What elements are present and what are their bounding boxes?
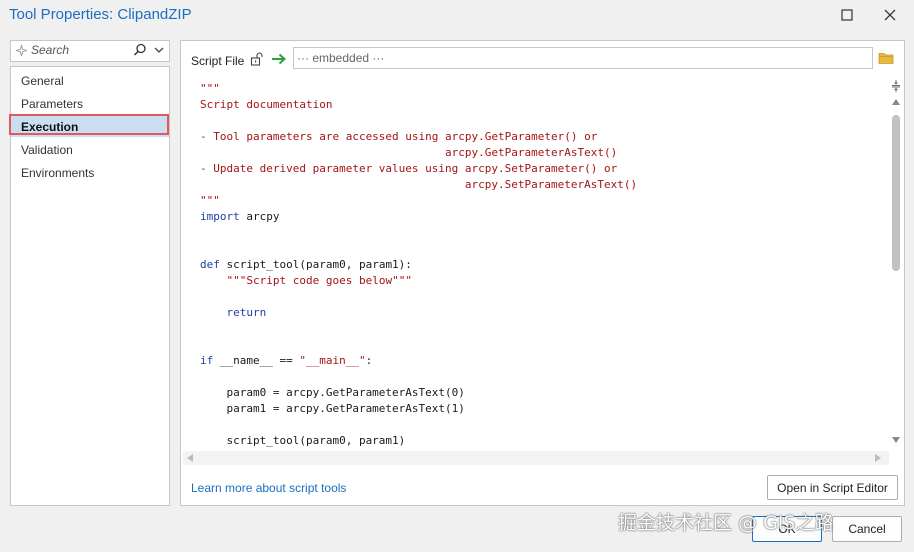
vertical-scrollbar[interactable] xyxy=(889,77,903,449)
code-line[interactable]: - Tool parameters are accessed using arc… xyxy=(200,129,637,145)
script-path-field[interactable] xyxy=(293,47,873,69)
maximize-button[interactable] xyxy=(834,4,860,26)
code-line[interactable] xyxy=(200,241,637,257)
code-line[interactable] xyxy=(200,337,637,353)
search-icon[interactable] xyxy=(133,43,147,57)
code-line[interactable]: arcpy.SetParameterAsText() xyxy=(200,177,637,193)
code-line[interactable] xyxy=(200,321,637,337)
nav-item-label: General xyxy=(21,74,64,88)
nav-item-environments[interactable]: Environments xyxy=(11,161,169,183)
code-line[interactable]: param1 = arcpy.GetParameterAsText(1) xyxy=(200,401,637,417)
code-line[interactable]: """ xyxy=(200,193,637,209)
split-icon[interactable] xyxy=(891,79,901,93)
learn-more-link[interactable]: Learn more about script tools xyxy=(191,481,346,495)
code-text[interactable]: """ Script documentation - Tool parameters… xyxy=(200,81,637,449)
code-line[interactable] xyxy=(200,417,637,433)
search-box[interactable] xyxy=(10,40,170,62)
code-line[interactable]: - Update derived parameter values using … xyxy=(200,161,637,177)
vertical-scroll-thumb[interactable] xyxy=(892,115,900,271)
code-line[interactable]: import arcpy xyxy=(200,209,637,225)
horizontal-scrollbar[interactable] xyxy=(183,451,889,465)
window-title: Tool Properties: ClipandZIP xyxy=(9,6,192,23)
close-button[interactable] xyxy=(877,4,903,26)
unlock-icon[interactable] xyxy=(250,52,264,66)
sparkle-icon xyxy=(15,44,28,57)
nav-item-label: Validation xyxy=(21,143,73,157)
watermark: 掘金技术社区 @ GIS之路 xyxy=(618,512,834,534)
close-icon xyxy=(884,9,896,21)
chevron-down-icon[interactable] xyxy=(154,45,164,55)
nav-item-label: Environments xyxy=(21,166,95,180)
code-line[interactable] xyxy=(200,225,637,241)
nav-item-execution[interactable]: Execution xyxy=(9,114,169,137)
code-line[interactable]: def script_tool(param0, param1): xyxy=(200,257,637,273)
import-arrow-icon[interactable] xyxy=(271,53,287,65)
code-line[interactable] xyxy=(200,113,637,129)
scroll-left-icon[interactable] xyxy=(187,454,193,462)
nav-item-label: Execution xyxy=(21,120,79,134)
code-editor[interactable]: """ Script documentation - Tool parameters… xyxy=(183,77,903,465)
script-file-row: Script File xyxy=(181,41,904,79)
open-in-script-editor-button[interactable]: Open in Script Editor xyxy=(767,475,898,500)
nav-item-general[interactable]: General xyxy=(11,69,169,91)
code-line[interactable]: Script documentation xyxy=(200,97,637,113)
code-line[interactable]: param0 = arcpy.GetParameterAsText(0) xyxy=(200,385,637,401)
scroll-down-icon[interactable] xyxy=(892,437,900,443)
title-bar: Tool Properties: ClipandZIP xyxy=(0,0,914,32)
nav-item-validation[interactable]: Validation xyxy=(11,138,169,160)
search-input[interactable] xyxy=(31,42,131,58)
code-line[interactable]: script_tool(param0, param1) xyxy=(200,433,637,449)
nav-item-parameters[interactable]: Parameters xyxy=(11,92,169,114)
execution-panel: Script File """Script documentation- Too… xyxy=(180,40,905,506)
script-file-label: Script File xyxy=(191,54,245,68)
properties-nav: General Parameters Execution Validation … xyxy=(9,66,170,506)
nav-item-label: Parameters xyxy=(21,97,84,111)
code-line[interactable] xyxy=(200,289,637,305)
code-line[interactable] xyxy=(200,369,637,385)
cancel-button[interactable]: Cancel xyxy=(832,516,902,542)
maximize-icon xyxy=(841,9,853,21)
scroll-right-icon[interactable] xyxy=(875,454,881,462)
code-line[interactable]: arcpy.GetParameterAsText() xyxy=(200,145,637,161)
folder-icon[interactable] xyxy=(878,51,894,65)
code-line[interactable]: """ xyxy=(200,81,637,97)
code-line[interactable]: """Script code goes below""" xyxy=(200,273,637,289)
code-line[interactable]: return xyxy=(200,305,637,321)
code-line[interactable]: if __name__ == "__main__": xyxy=(200,353,637,369)
scroll-up-icon[interactable] xyxy=(892,99,900,105)
